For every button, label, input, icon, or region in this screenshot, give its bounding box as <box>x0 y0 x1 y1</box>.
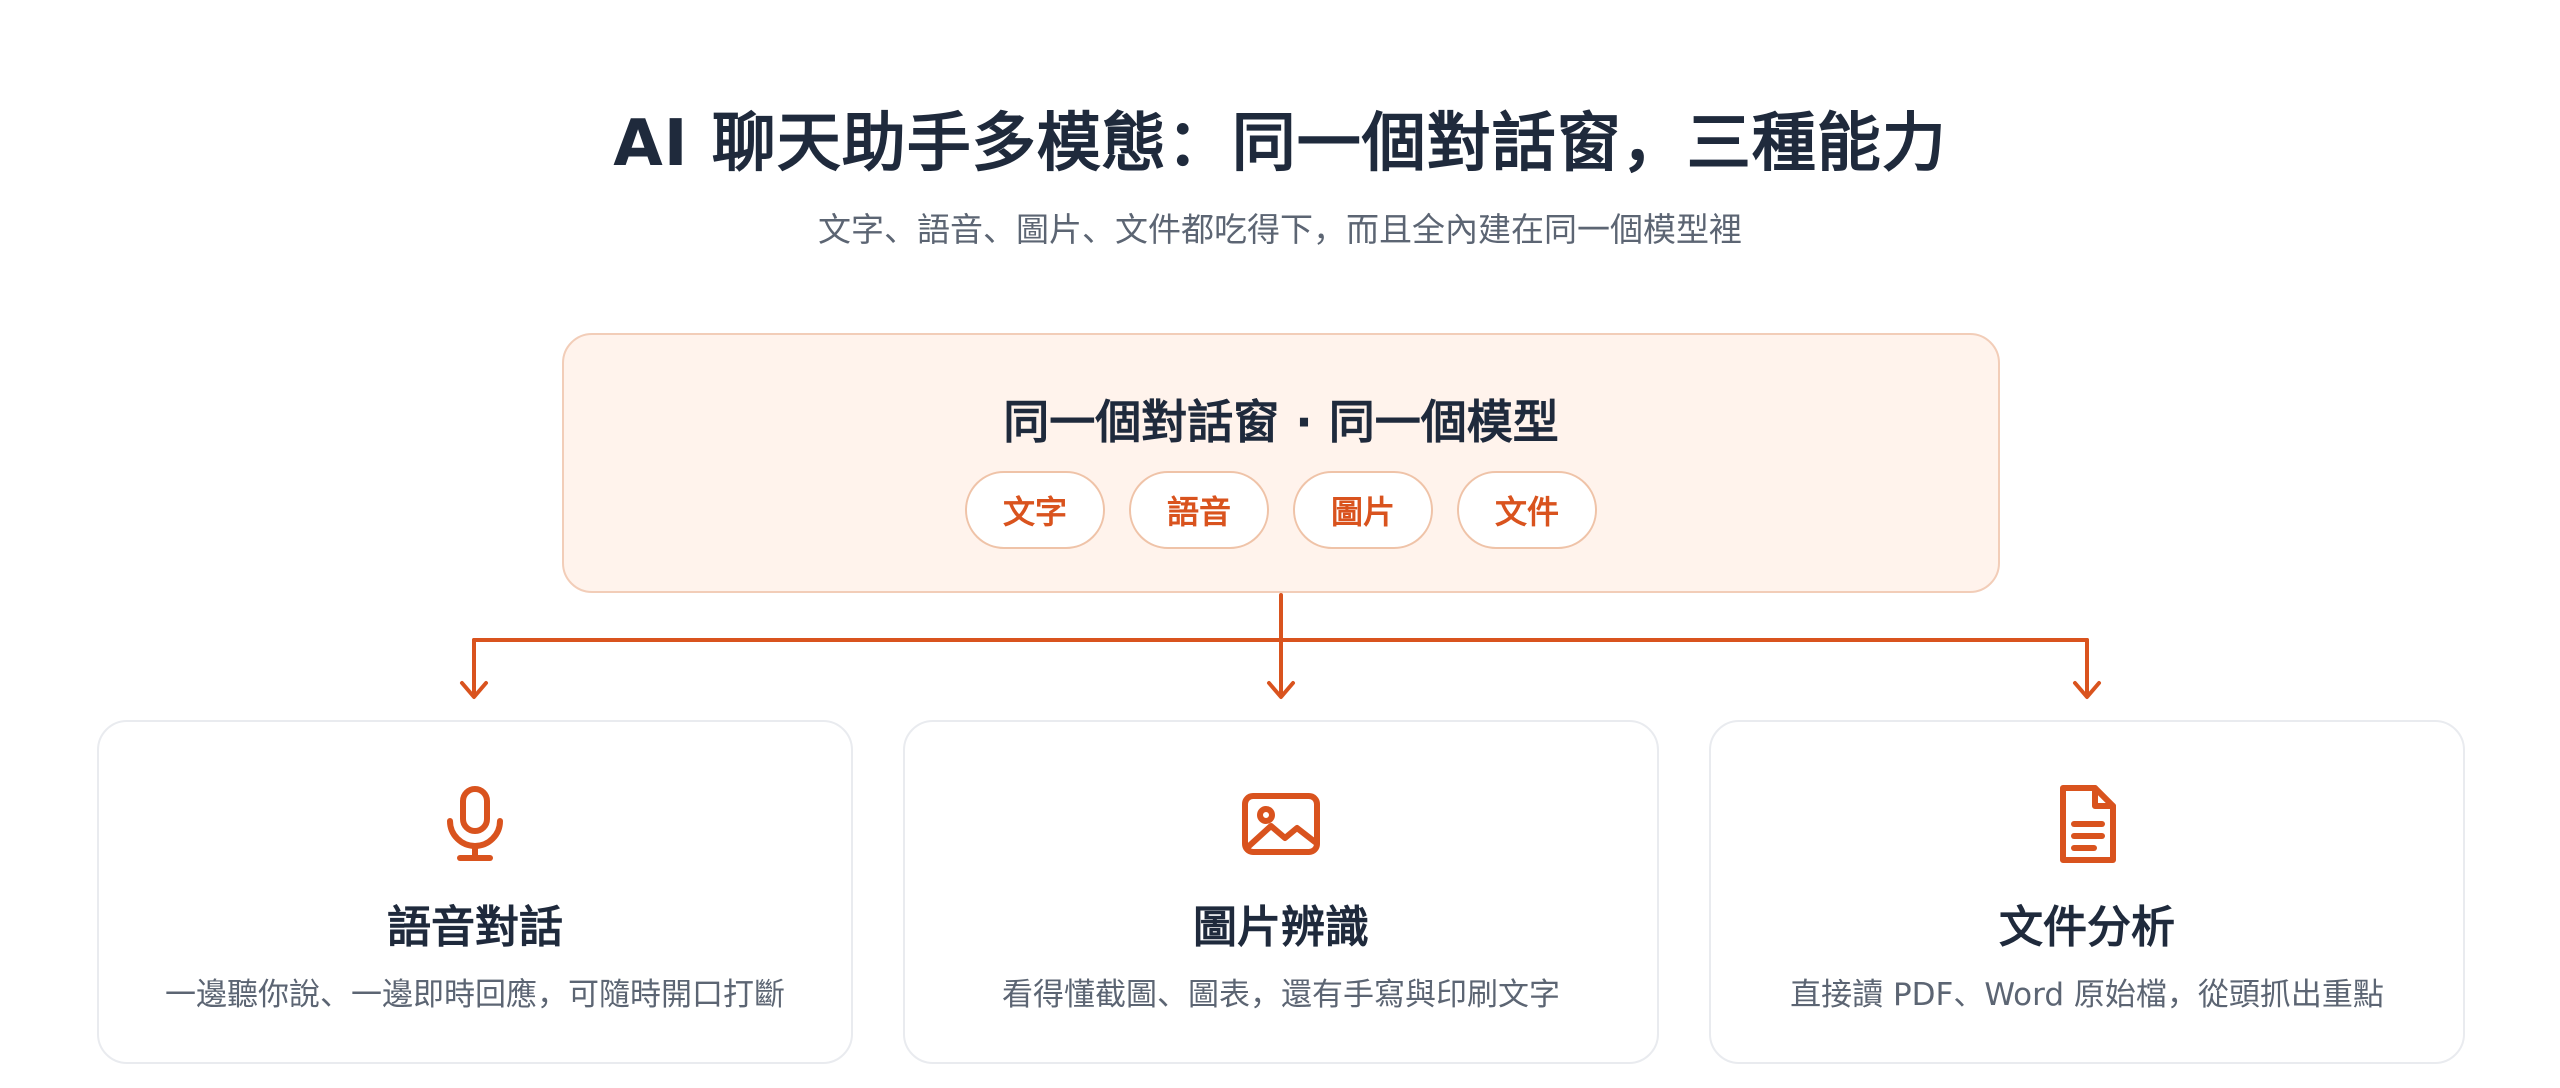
card-voice-chat: 語音對話 一邊聽你說、一邊即時回應，可隨時開口打斷 <box>97 720 853 1064</box>
card-title: 文件分析 <box>1999 902 2175 953</box>
microphone-icon <box>447 786 503 861</box>
card-document-analysis: 文件分析 直接讀 PDF、Word 原始檔，從頭抓出重點 <box>1709 720 2465 1064</box>
document-icon <box>2060 785 2116 863</box>
image-icon <box>1242 793 1320 855</box>
card-description: 看得懂截圖、圖表，還有手寫與印刷文字 <box>1002 977 1560 1013</box>
card-title: 語音對話 <box>387 902 563 953</box>
card-description: 直接讀 PDF、Word 原始檔，從頭抓出重點 <box>1790 977 2384 1013</box>
card-title: 圖片辨識 <box>1193 902 1369 953</box>
card-description: 一邊聽你說、一邊即時回應，可隨時開口打斷 <box>165 977 785 1013</box>
card-image-recognition: 圖片辨識 看得懂截圖、圖表，還有手寫與印刷文字 <box>903 720 1659 1064</box>
diagram-canvas: AI 聊天助手多模態：同一個對話窗，三種能力 文字、語音、圖片、文件都吃得下，而… <box>0 0 2560 1088</box>
